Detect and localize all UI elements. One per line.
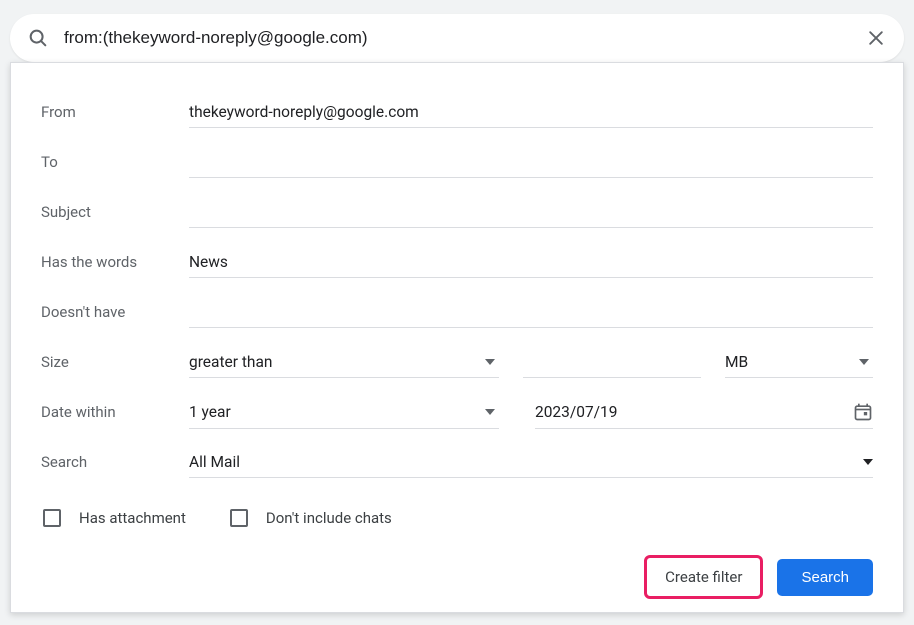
- chevron-down-icon: [859, 359, 869, 365]
- row-date: Date within 1 year 2023/07/19: [41, 387, 873, 437]
- search-bar: [10, 14, 904, 62]
- chevron-down-icon: [485, 359, 495, 365]
- date-value-text: 2023/07/19: [535, 403, 853, 421]
- search-icon[interactable]: [26, 26, 50, 50]
- label-date-within: Date within: [41, 403, 189, 421]
- dont-include-chats-label: Don't include chats: [266, 509, 392, 527]
- row-has-words: Has the words: [41, 237, 873, 287]
- row-search-scope: Search All Mail: [41, 437, 873, 487]
- label-subject: Subject: [41, 203, 189, 221]
- search-button[interactable]: Search: [777, 559, 873, 596]
- size-condition-value: greater than: [189, 353, 272, 371]
- row-size: Size greater than MB: [41, 337, 873, 387]
- checkbox-icon: [230, 509, 248, 527]
- button-row: Create filter Search: [41, 555, 873, 599]
- label-from: From: [41, 103, 189, 121]
- dont-include-chats-checkbox[interactable]: Don't include chats: [230, 509, 392, 527]
- row-doesnt-have: Doesn't have: [41, 287, 873, 337]
- label-doesnt-have: Doesn't have: [41, 303, 189, 321]
- search-scope-value: All Mail: [189, 453, 240, 471]
- label-search-scope: Search: [41, 453, 189, 471]
- from-input[interactable]: [189, 97, 873, 128]
- label-has-words: Has the words: [41, 253, 189, 271]
- checkbox-icon: [43, 509, 61, 527]
- doesnt-have-input[interactable]: [189, 297, 873, 328]
- row-from: From: [41, 87, 873, 137]
- chevron-down-icon: [863, 459, 873, 465]
- has-attachment-label: Has attachment: [79, 509, 186, 527]
- size-unit-select[interactable]: MB: [725, 347, 873, 378]
- size-condition-select[interactable]: greater than: [189, 347, 499, 378]
- size-value-input[interactable]: [523, 347, 701, 378]
- filter-panel: From To Subject Has the words Doesn't ha…: [10, 62, 904, 613]
- has-words-input[interactable]: [189, 247, 873, 278]
- date-range-select[interactable]: 1 year: [189, 396, 499, 429]
- size-unit-value: MB: [725, 353, 748, 371]
- date-picker[interactable]: 2023/07/19: [535, 396, 873, 429]
- subject-input[interactable]: [189, 197, 873, 228]
- checkbox-row: Has attachment Don't include chats: [41, 509, 873, 527]
- chevron-down-icon: [485, 409, 495, 415]
- label-to: To: [41, 153, 189, 171]
- label-size: Size: [41, 353, 189, 371]
- to-input[interactable]: [189, 147, 873, 178]
- row-subject: Subject: [41, 187, 873, 237]
- date-range-value: 1 year: [189, 403, 231, 421]
- search-scope-select[interactable]: All Mail: [189, 447, 873, 478]
- create-filter-button[interactable]: Create filter: [644, 555, 763, 599]
- calendar-icon[interactable]: [853, 402, 873, 422]
- row-to: To: [41, 137, 873, 187]
- close-icon[interactable]: [864, 26, 888, 50]
- search-input[interactable]: [64, 28, 864, 48]
- has-attachment-checkbox[interactable]: Has attachment: [43, 509, 186, 527]
